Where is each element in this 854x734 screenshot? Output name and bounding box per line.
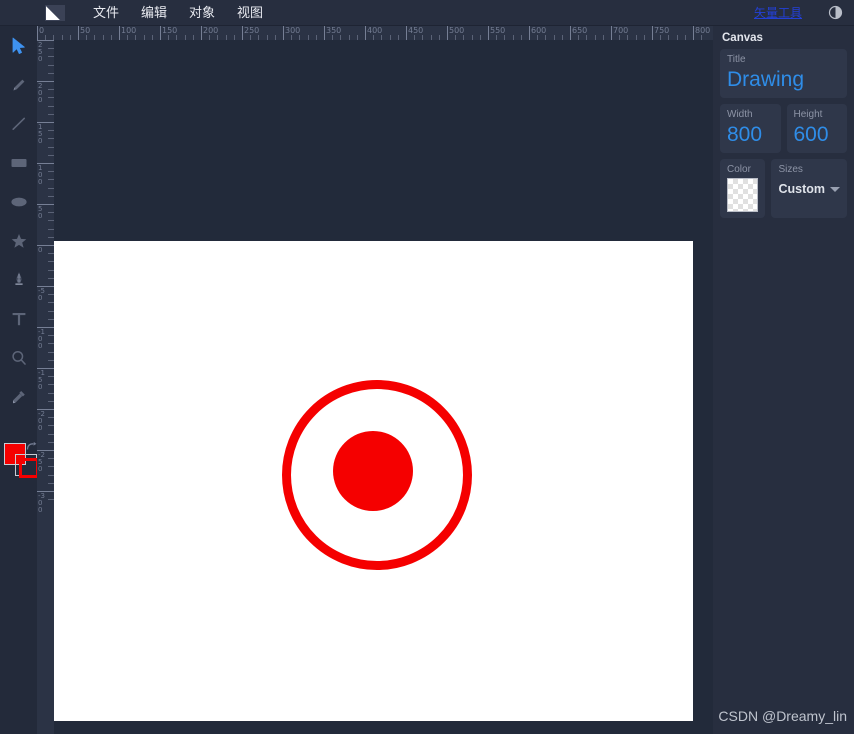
- menu-bar: 文件 编辑 对象 视图 矢量工具: [0, 0, 854, 26]
- color-field[interactable]: Color: [720, 159, 766, 218]
- height-value[interactable]: 600: [794, 122, 841, 147]
- cursor-arrow-icon: [12, 37, 25, 54]
- ruler-v-label: 150: [38, 123, 43, 145]
- ruler-h-label: 300: [285, 26, 301, 35]
- ruler-v-label: -150: [38, 369, 45, 391]
- text-t-icon: [12, 312, 25, 325]
- text-tool[interactable]: [0, 299, 37, 338]
- ruler-h-label: 200: [203, 26, 219, 35]
- vertical-ruler[interactable]: 250 200 150 100 50 0 -50 -100 -150 -200 -250 -300: [37, 40, 54, 734]
- ruler-v-label: 50: [38, 205, 43, 220]
- artboard[interactable]: [54, 241, 693, 721]
- zoom-tool[interactable]: [0, 338, 37, 377]
- ruler-h-label: 100: [121, 26, 137, 35]
- ruler-v-label: -250: [38, 451, 45, 473]
- ruler-v-label: -200: [38, 410, 45, 432]
- ruler-v-label: 0: [38, 246, 43, 254]
- sizes-value: Custom: [778, 182, 825, 196]
- pen-tool[interactable]: [0, 260, 37, 299]
- ruler-h-label: 150: [162, 26, 178, 35]
- ruler-h-label: 0: [39, 26, 45, 35]
- app-window: 文件 编辑 对象 视图 矢量工具 0 50 100 150 200 250 30…: [0, 0, 854, 734]
- stroke-color-swatch[interactable]: [15, 454, 39, 478]
- width-label: Width: [727, 109, 753, 120]
- title-label: Title: [727, 54, 746, 65]
- horizontal-ruler[interactable]: 0 50 100 150 200 250 300 350 400 450 500 550 600 650 7…: [37, 26, 713, 40]
- ruler-h-label: 400: [367, 26, 383, 35]
- title-field[interactable]: Title Drawing: [720, 49, 847, 98]
- ruler-h-label: 500: [449, 26, 465, 35]
- ruler-h-label: 750: [654, 26, 670, 35]
- swap-colors-arrow-icon[interactable]: [25, 440, 37, 452]
- color-sizes-row: Color Sizes Custom: [720, 159, 847, 224]
- pencil-tool[interactable]: [0, 65, 37, 104]
- canvas-area[interactable]: [54, 40, 713, 734]
- chevron-down-icon: [830, 186, 840, 192]
- color-swatches: [4, 411, 39, 478]
- sizes-label: Sizes: [778, 164, 803, 175]
- menu-items: 文件 编辑 对象 视图: [82, 3, 274, 22]
- height-field[interactable]: Height 600: [786, 104, 847, 153]
- star-icon: [11, 233, 26, 248]
- ruler-v-label: -300: [38, 492, 45, 514]
- line-icon: [11, 117, 25, 130]
- left-toolbar: [0, 26, 39, 734]
- ruler-h-label: 650: [572, 26, 588, 35]
- width-field[interactable]: Width 800: [720, 104, 781, 153]
- vector-tools-link[interactable]: 矢量工具: [754, 4, 802, 21]
- pen-nib-icon: [14, 271, 23, 285]
- app-logo-icon: [40, 0, 70, 26]
- red-filled-circle[interactable]: [333, 431, 413, 511]
- star-tool[interactable]: [0, 221, 37, 260]
- menu-bar-right: 矢量工具: [754, 2, 854, 24]
- ruler-h-label: 50: [80, 26, 91, 35]
- ruler-v-label: -50: [38, 287, 45, 302]
- title-value[interactable]: Drawing: [727, 67, 840, 92]
- canvas-properties-panel: Canvas Title Drawing Width 800 Height 60…: [713, 26, 854, 734]
- ruler-v-label: 250: [38, 41, 43, 63]
- ruler-h-label: 250: [244, 26, 260, 35]
- color-label: Color: [727, 164, 751, 175]
- menu-file[interactable]: 文件: [82, 3, 130, 22]
- magnifier-icon: [11, 350, 26, 365]
- pencil-icon: [13, 79, 24, 90]
- sizes-field[interactable]: Sizes Custom: [771, 159, 847, 218]
- ruler-h-label: 700: [613, 26, 629, 35]
- select-tool[interactable]: [0, 26, 37, 65]
- menu-object[interactable]: 对象: [178, 3, 226, 22]
- menu-edit[interactable]: 编辑: [130, 3, 178, 22]
- rectangle-tool[interactable]: [0, 143, 37, 182]
- width-value[interactable]: 800: [727, 122, 774, 147]
- panel-title: Canvas: [722, 32, 763, 44]
- ruler-h-label: 350: [326, 26, 342, 35]
- ellipse-tool[interactable]: [0, 182, 37, 221]
- height-label: Height: [793, 109, 823, 120]
- menu-view[interactable]: 视图: [226, 3, 274, 22]
- eyedropper-icon: [12, 390, 25, 403]
- ruler-v-label: 100: [38, 164, 43, 186]
- line-tool[interactable]: [0, 104, 37, 143]
- ruler-h-label: 800: [695, 26, 711, 35]
- ruler-v-label: -100: [38, 328, 45, 350]
- ellipse-icon: [10, 197, 27, 206]
- watermark: CSDN @Dreamy_lin: [718, 708, 847, 724]
- ruler-h-label: 550: [490, 26, 506, 35]
- ruler-h-label: 600: [531, 26, 547, 35]
- ruler-h-label: 450: [408, 26, 424, 35]
- rectangle-icon: [11, 158, 26, 167]
- sizes-select[interactable]: Custom: [778, 182, 840, 196]
- size-fields-row: Width 800 Height 600: [720, 104, 847, 159]
- ruler-v-label: 200: [38, 82, 43, 104]
- canvas-color-swatch[interactable]: [727, 178, 759, 212]
- contrast-half-circle-icon[interactable]: [824, 2, 846, 24]
